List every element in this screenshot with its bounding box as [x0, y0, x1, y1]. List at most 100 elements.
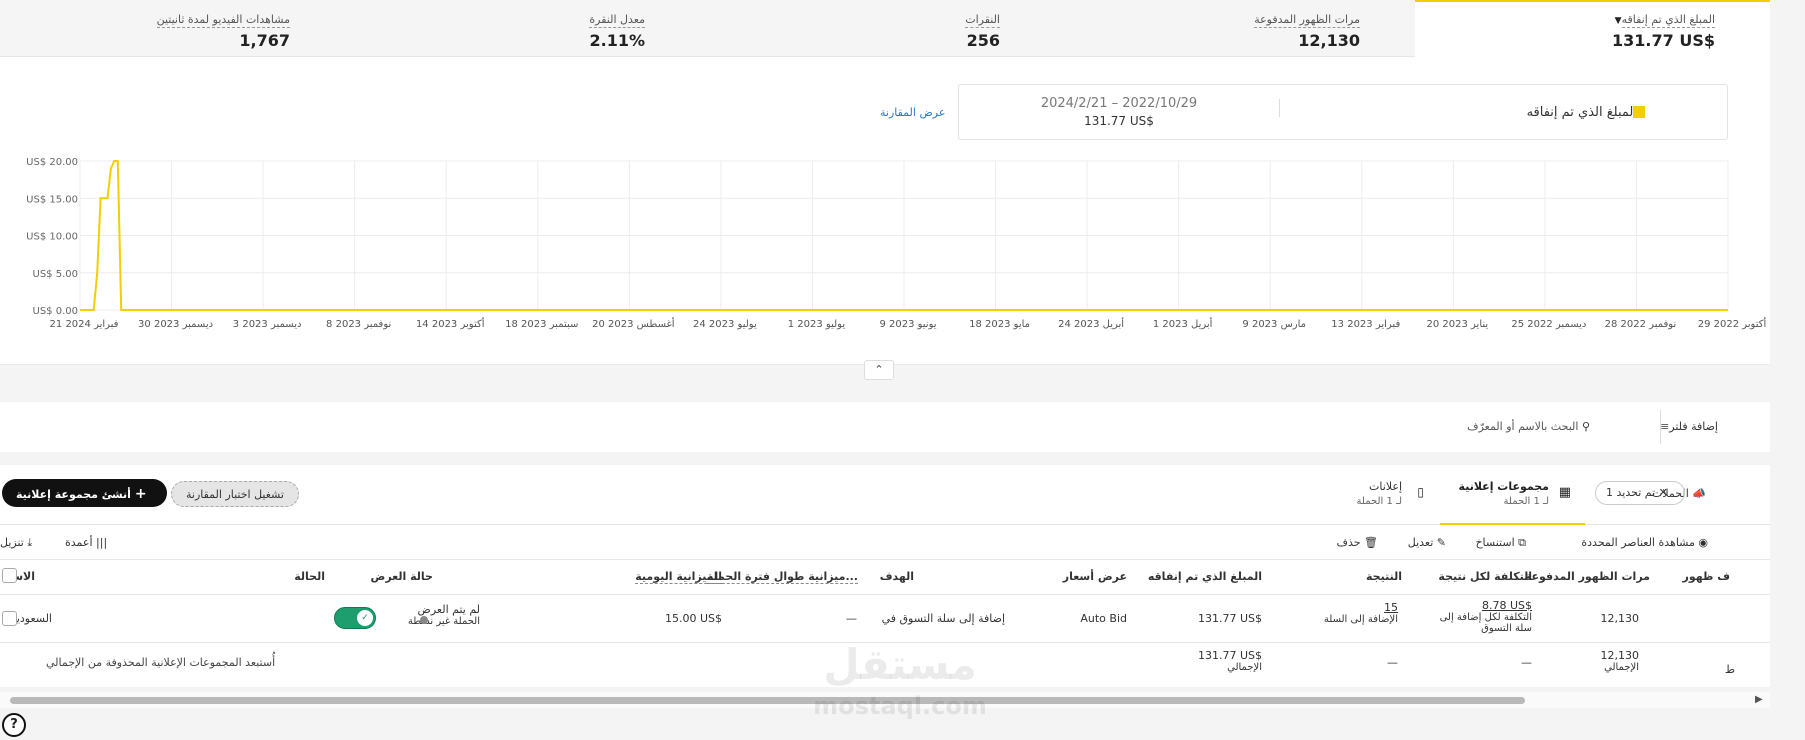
col-status[interactable]: الحالة — [294, 570, 325, 583]
totals-result: — — [1387, 656, 1398, 669]
row-delivery-sub: الحملة غير نشطة — [407, 616, 480, 627]
tab-ads[interactable]: إعلانات لـ 1 الحملة ▯ — [1330, 465, 1440, 525]
row-impressions: 12,130 — [1600, 612, 1640, 625]
search-icon: ⚲ — [1581, 420, 1590, 433]
chart-panel: المبلغ الذي تم إنفاقه 2024/2/21 – 2022/1… — [0, 57, 1770, 365]
x-tick-label: 28 نوفمبر 2022 — [1605, 319, 1677, 330]
x-tick-label: 25 ديسمبر 2022 — [1511, 319, 1586, 330]
x-tick-label: 3 ديسمبر 2023 — [233, 319, 302, 330]
y-tick-label: US$ 20.00 — [26, 157, 78, 168]
col-impressions[interactable]: مرات الظهور المدفوعة — [1525, 570, 1650, 583]
columns-icon: ||| — [96, 536, 108, 549]
duplicate-button[interactable]: استنساخ ⧉ — [1475, 536, 1530, 550]
metric-spend[interactable]: ▼المبلغ الذي تم إنفاقه 131.77 US$ — [1609, 8, 1715, 50]
row-name[interactable]: السعودية — [11, 612, 52, 625]
columns-button[interactable]: أعمدة ||| — [65, 536, 113, 549]
table-row[interactable]: 12,130 8.78 US$ التكلفة لكل إضافة إلى سل… — [0, 595, 1770, 642]
scroll-right-arrow-icon[interactable]: ▶ — [1755, 694, 1763, 705]
metric-card-spend[interactable] — [1415, 0, 1770, 57]
dropdown-caret-icon[interactable]: ▼ — [1615, 16, 1622, 26]
x-tick-label: 8 نوفمبر 2023 — [326, 319, 391, 330]
scrollbar-thumb[interactable] — [10, 697, 1525, 704]
metrics-strip: ▼المبلغ الذي تم إنفاقه 131.77 US$ مرات ا… — [0, 0, 1770, 57]
help-icon[interactable]: ? — [2, 713, 26, 737]
col-goal[interactable]: الهدف — [880, 570, 914, 583]
metric-video-views[interactable]: مشاهدات الفيديو لمدة ثانيتين 1,767 — [156, 8, 290, 50]
x-tick-label: 1 أبريل 2023 — [1153, 317, 1213, 330]
add-filter-button[interactable]: ≡إضافة فلتر — [1654, 420, 1718, 433]
select-all-checkbox[interactable] — [2, 568, 17, 583]
delete-button[interactable]: حذف 🗑 — [1337, 536, 1382, 549]
row-bid: Auto Bid — [1080, 612, 1127, 625]
edit-button[interactable]: تعديل ✎ — [1408, 536, 1450, 549]
row-amount-spent: 131.77 US$ — [1197, 612, 1262, 625]
delete-label: حذف — [1336, 536, 1361, 549]
tab-ad-sets[interactable]: مجموعات إعلانية لـ 1 الحملة ▦ — [1440, 465, 1585, 525]
filter-bar: ≡إضافة فلتر البحث بالاسم أو المعرّف ⚲ — [0, 402, 1770, 452]
create-ad-set-button[interactable]: أنشئ مجموعة إعلانية + — [2, 479, 167, 507]
totals-amount-spent-label: الإجمالي — [1227, 662, 1262, 673]
row-result-sub: الإضافة إلى السلة — [1323, 614, 1398, 625]
y-tick-label: US$ 15.00 — [26, 194, 78, 205]
close-icon[interactable]: ✕ — [1659, 486, 1668, 499]
download-icon: ⤓ — [27, 536, 33, 549]
metric-label: النقرات — [965, 13, 1000, 28]
search-input[interactable]: البحث بالاسم أو المعرّف ⚲ — [1467, 420, 1600, 433]
view-selected-button[interactable]: مشاهدة العناصر المحددة ◉ — [1581, 536, 1712, 549]
col-results[interactable]: النتيجة — [1366, 570, 1402, 583]
row-lifetime-budget: — — [846, 612, 857, 625]
metric-label: مرات الظهور المدفوعة — [1254, 13, 1360, 28]
chevron-up-icon: ⌃ — [874, 363, 884, 376]
x-tick-label: 18 سبتمبر 2023 — [505, 319, 578, 330]
col-cost-per-result[interactable]: التكلفة لكل نتيجة — [1438, 570, 1532, 583]
megaphone-icon: 📣 — [1692, 487, 1706, 500]
totals-reach: ط — [1724, 663, 1735, 676]
col-amount-spent[interactable]: المبلغ الذي تم إنفاقه — [1148, 570, 1262, 583]
check-icon: ✓ — [357, 610, 373, 626]
row-goal: إضافة إلى سلة التسوق في — [881, 612, 1005, 625]
row-cost-per-result[interactable]: 8.78 US$ — [1482, 599, 1532, 612]
x-tick-label: 20 أغسطس 2023 — [592, 317, 675, 330]
selected-chip-label: تم تحديد 1 — [1606, 486, 1656, 499]
metric-label: مشاهدات الفيديو لمدة ثانيتين — [156, 13, 290, 28]
col-bid[interactable]: عرض أسعار — [1063, 570, 1127, 583]
metric-clicks[interactable]: النقرات 256 — [965, 8, 1000, 50]
y-tick-label: US$ 5.00 — [33, 269, 78, 280]
col-reach[interactable]: ف ظهور — [1683, 570, 1730, 583]
x-tick-label: 30 ديسمبر 2023 — [138, 319, 213, 330]
totals-impressions-label: الإجمالي — [1604, 662, 1639, 673]
edit-label: تعديل — [1407, 536, 1434, 549]
col-daily-budget-label: الميزانية اليومية — [635, 570, 722, 584]
status-dot — [420, 616, 428, 624]
metric-impressions[interactable]: مرات الظهور المدفوعة 12,130 — [1254, 8, 1360, 50]
selected-chip[interactable]: تم تحديد 1 ✕ — [1595, 481, 1685, 505]
create-ad-set-label: أنشئ مجموعة إعلانية — [16, 488, 131, 501]
metric-label: معدل النقرة — [589, 13, 645, 28]
duplicate-icon: ⧉ — [1518, 536, 1526, 549]
col-daily-budget[interactable]: الميزانية اليومية — [635, 570, 722, 584]
download-label: تنزيل — [0, 536, 24, 549]
col-delivery[interactable]: حالة العرض — [371, 570, 433, 583]
ads-manager-page: ▼المبلغ الذي تم إنفاقه 131.77 US$ مرات ا… — [0, 0, 1805, 740]
download-button[interactable]: تنزيل ⤓ — [0, 536, 36, 550]
row-checkbox[interactable] — [2, 611, 17, 626]
metric-ctr[interactable]: معدل النقرة 2.11% — [589, 8, 645, 50]
totals-note: أُستبعد المجموعات الإعلانية المحذوفة من … — [46, 656, 276, 669]
action-bar: مشاهدة العناصر المحددة ◉ استنساخ ⧉ تعديل… — [0, 525, 1770, 560]
totals-cost-per-result: — — [1521, 656, 1532, 669]
duplicate-label: استنساخ — [1475, 536, 1515, 549]
x-tick-label: 9 يونيو 2023 — [879, 319, 936, 330]
y-tick-label: US$ 10.00 — [26, 232, 78, 243]
row-result[interactable]: 15 — [1384, 601, 1398, 614]
totals-impressions: 12,130 — [1600, 649, 1640, 662]
filter-icon: ≡ — [1660, 420, 1670, 433]
spend-line-chart: US$ 20.00 US$ 15.00 US$ 10.00 US$ 5.00 US$ 0… — [26, 157, 1766, 330]
grid-icon: ▦ — [1558, 485, 1571, 500]
x-tick-label: 21 فبراير 2024 — [50, 319, 119, 330]
status-toggle[interactable]: ✓ — [334, 607, 376, 629]
totals-amount-spent: 131.77 US$ — [1197, 649, 1262, 662]
collapse-chart-button[interactable]: ⌃ — [864, 360, 894, 380]
col-lifetime-budget[interactable]: ميزانية طوال فترة الحملة... — [706, 570, 858, 584]
add-filter-label: إضافة فلتر — [1669, 420, 1718, 433]
run-ab-test-button[interactable]: تشغيل اختبار المقارنة — [171, 481, 299, 507]
